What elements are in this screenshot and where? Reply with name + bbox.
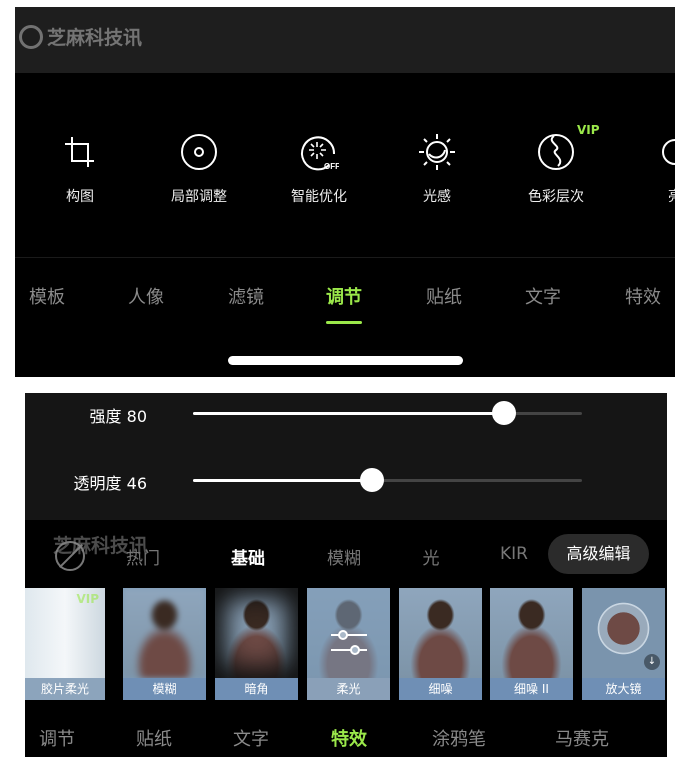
effect-thumbnail [215,588,298,678]
category-light[interactable]: 光 [423,544,440,569]
vip-badge: VIP [577,123,600,137]
divider [15,257,675,258]
category-basic[interactable]: 基础 [231,544,265,569]
tab-template[interactable]: 模板 [29,283,65,309]
effect-magnifier[interactable]: ↓ 放大镜 [582,588,665,700]
slider-area: 强度 80 透明度 46 [25,393,667,520]
effect-thumbnail [123,588,206,678]
crop-icon [65,137,94,167]
opacity-slider[interactable] [193,468,582,492]
tab-effects[interactable]: 特效 [625,283,661,309]
slider-fill [193,479,372,482]
effect-thumbnail [490,588,573,678]
tab-mosaic[interactable]: 马赛克 [555,725,609,751]
download-icon[interactable]: ↓ [644,654,660,670]
effects-panel: 强度 80 透明度 46 芝麻科技讯 热门 基础 模糊 光 KIR 高级编辑 V… [25,393,667,757]
tab-effects[interactable]: 特效 [331,725,367,751]
opacity-label: 透明度 46 [73,474,147,493]
intensity-label: 强度 80 [89,407,147,426]
tab-portrait[interactable]: 人像 [128,283,164,309]
tool-local-adjust[interactable]: 局部调整 [144,132,254,206]
effect-thumbnail [399,588,482,678]
tool-crop[interactable]: 构图 [25,132,135,206]
tab-text[interactable]: 文字 [233,725,269,751]
tool-color-layer[interactable]: 色彩层次 [501,132,611,206]
adjust-panel: 芝麻科技讯 构图 局部调整 OFF 智能优化 光感 色彩层次 VIP 亮 模板 … [15,7,675,377]
advanced-edit-button[interactable]: 高级编辑 [548,534,649,574]
tool-smart-optimize[interactable]: OFF 智能优化 [264,132,374,206]
watermark-logo-icon [19,24,43,49]
category-kir[interactable]: KIR [500,544,528,564]
tab-sticker[interactable]: 贴纸 [426,283,462,309]
category-blur[interactable]: 模糊 [327,544,361,569]
active-tab-indicator [326,321,362,324]
auto-enhance-off-icon: OFF [301,136,339,171]
svg-text:OFF: OFF [324,162,339,171]
slider-thumb[interactable] [492,401,517,425]
intensity-slider[interactable] [193,401,582,425]
tab-text[interactable]: 文字 [525,283,561,309]
effect-film-soft-light[interactable]: VIP 胶片柔光 [25,588,105,700]
sun-icon [419,134,455,170]
vip-badge: VIP [76,592,99,606]
tab-adjust[interactable]: 调节 [39,725,75,751]
tool-brightness[interactable]: 亮 [620,132,675,206]
tool-light[interactable]: 光感 [382,132,492,206]
tab-adjust[interactable]: 调节 [326,283,362,309]
effect-fine-noise[interactable]: 细噪 [399,588,482,700]
sliders-settings-icon [331,630,367,655]
watermark: 芝麻科技讯 [19,23,142,50]
slider-fill [193,412,505,415]
target-circle-icon [181,134,217,170]
effect-fine-noise-2[interactable]: 细噪 II [490,588,573,700]
tab-sticker[interactable]: 贴纸 [136,725,172,751]
effect-blur[interactable]: 模糊 [123,588,206,700]
tab-filter[interactable]: 滤镜 [228,283,264,309]
tab-doodle[interactable]: 涂鸦笔 [432,725,486,751]
home-indicator[interactable] [228,356,463,365]
slider-thumb[interactable] [359,468,384,492]
effect-vignette[interactable]: 暗角 [215,588,298,700]
brightness-icon [662,139,675,165]
category-hot[interactable]: 热门 [126,544,160,569]
color-layer-icon [538,134,574,170]
effect-soft-light[interactable]: 柔光 [307,588,390,700]
